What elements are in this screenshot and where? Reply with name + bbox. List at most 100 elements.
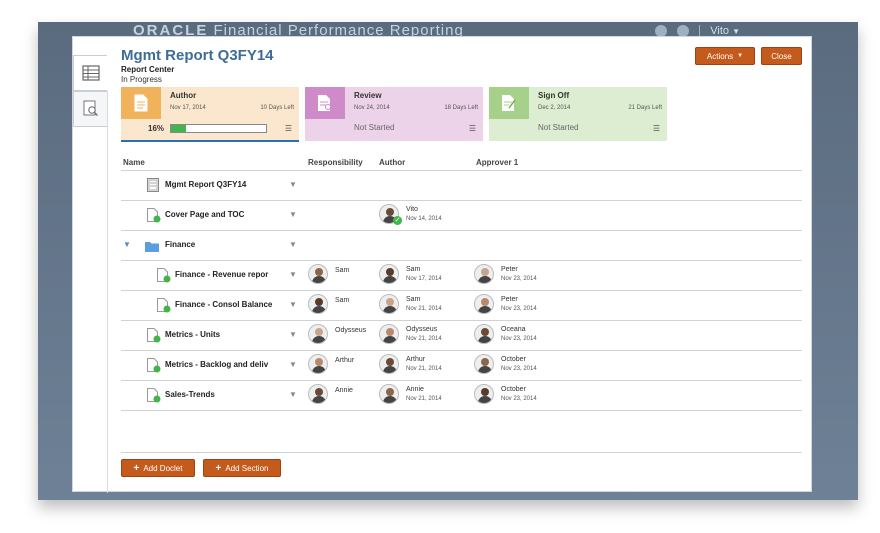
table-row[interactable]: ▼ Finance ▼ [121,230,802,260]
person-name: Sam [335,297,350,304]
stage-signoff-card[interactable]: Sign Off Dec 2, 2014 21 Days Left Not St… [489,87,667,141]
person-name: Sam [406,296,421,303]
avatar-head [386,298,394,306]
avatar-head [315,358,323,366]
stage-date: Nov 17, 2014 [170,105,206,111]
avatar-body [312,306,326,313]
stage-date: Dec 2, 2014 [538,105,571,111]
chevron-down-icon[interactable]: ▼ [289,390,297,399]
chevron-down-icon[interactable]: ▼ [289,180,297,189]
report-center-dialog: Mgmt Report Q3FY14 Report Center In Prog… [72,36,812,493]
row-name[interactable]: Finance - Revenue repor [175,270,281,279]
person-date: Nov 21, 2014 [406,366,442,372]
person-date: Nov 23, 2014 [501,366,537,372]
author-stage-icon-box [121,87,161,119]
row-name[interactable]: Metrics - Units [165,330,281,339]
person-date: Nov 23, 2014 [501,396,537,402]
avatar-body [478,306,492,313]
review-stage-icon-box [305,87,345,119]
column-author[interactable]: Author [379,158,405,167]
chevron-down-icon[interactable]: ▼ [289,240,297,249]
person-name: October [501,386,526,393]
document-search-icon [83,100,98,117]
row-name[interactable]: Finance [165,240,281,249]
doclet-icon [147,208,161,223]
report-icon [147,178,159,192]
row-divider [121,350,802,351]
person-name: Peter [501,296,518,303]
row-name[interactable]: Metrics - Backlog and deliv [165,360,281,369]
avatar [474,384,494,404]
progress-fill [171,125,187,132]
table-row[interactable]: Finance - Revenue repor ▼ Sam Sam Nov 17, 20… [121,260,802,290]
chevron-down-icon[interactable]: ▼ [289,360,297,369]
side-divider [107,91,108,493]
column-responsibility[interactable]: Responsibility [308,158,363,167]
person-date: Nov 23, 2014 [501,336,537,342]
actions-button[interactable]: Actions ▼ [695,47,755,65]
avatar-body [312,276,326,283]
plus-icon: + [215,462,222,474]
list-icon[interactable]: ☰ [653,124,660,133]
row-name[interactable]: Sales-Trends [165,390,281,399]
person-name: Oceana [501,326,526,333]
avatar [308,384,328,404]
avatar [308,354,328,374]
avatar-body [383,276,397,283]
row-divider [121,170,802,171]
stage-name: Author [170,91,197,100]
avatar-head [386,328,394,336]
row-name[interactable]: Mgmt Report Q3FY14 [165,180,281,189]
avatar-head [386,388,394,396]
avatar-body [478,336,492,343]
avatar-body [312,396,326,403]
stage-status: Not Started [538,123,579,132]
stage-date: Nov 24, 2014 [354,105,390,111]
report-status: In Progress [121,75,162,84]
table-row[interactable]: Cover Page and TOC ▼ ✓ Vito Nov 14, 2014 [121,200,802,230]
column-name[interactable]: Name [123,158,145,167]
add-doclet-button[interactable]: + Add Doclet [121,459,195,477]
stage-author-card[interactable]: Author Nov 17, 2014 10 Days Left 16% ☰ [121,87,299,141]
avatar-head [315,268,323,276]
chevron-down-icon[interactable]: ▼ [289,270,297,279]
review-document-icon [318,95,331,111]
table-row[interactable]: Metrics - Backlog and deliv ▼ Arthur Arthur… [121,350,802,380]
avatar [474,264,494,284]
row-divider [121,260,802,261]
column-approver[interactable]: Approver 1 [476,158,518,167]
chevron-down-icon[interactable]: ▼ [289,300,297,309]
list-icon[interactable]: ☰ [469,124,476,133]
person-date: Nov 23, 2014 [501,306,537,312]
add-section-button[interactable]: + Add Section [203,459,281,477]
tab-report-list[interactable] [73,55,107,91]
avatar-head [386,268,394,276]
chevron-down-icon: ▼ [732,27,740,36]
person-name: Annie [335,387,353,394]
person-date: Nov 21, 2014 [406,336,442,342]
list-icon[interactable]: ☰ [285,124,292,133]
chevron-down-icon[interactable]: ▼ [289,210,297,219]
row-name[interactable]: Cover Page and TOC [165,210,281,219]
avatar-body [478,276,492,283]
avatar-body [312,366,326,373]
expand-triangle-icon[interactable]: ▼ [123,240,131,249]
person-date: Nov 23, 2014 [501,276,537,282]
table-row[interactable]: Metrics - Units ▼ Odysseus Odysseus Nov 21, … [121,320,802,350]
stage-review-card[interactable]: Review Nov 24, 2014 18 Days Left Not Sta… [305,87,483,141]
tab-preview[interactable] [73,91,107,127]
folder-icon [145,239,159,257]
avatar [379,324,399,344]
avatar [379,294,399,314]
row-name[interactable]: Finance - Consol Balance [175,300,281,309]
chevron-down-icon[interactable]: ▼ [289,330,297,339]
stage-days-left: 21 Days Left [628,105,662,111]
progress-bar [170,124,267,133]
table-row[interactable]: Mgmt Report Q3FY14 ▼ [121,170,802,200]
avatar [308,294,328,314]
close-button[interactable]: Close [761,47,802,65]
table-row[interactable]: Finance - Consol Balance ▼ Sam Sam Nov 21, 2… [121,290,802,320]
signoff-document-icon [502,95,516,111]
person-date: Nov 14, 2014 [406,216,442,222]
table-row[interactable]: Sales-Trends ▼ Annie Annie Nov 21, 2014 Octob… [121,380,802,410]
